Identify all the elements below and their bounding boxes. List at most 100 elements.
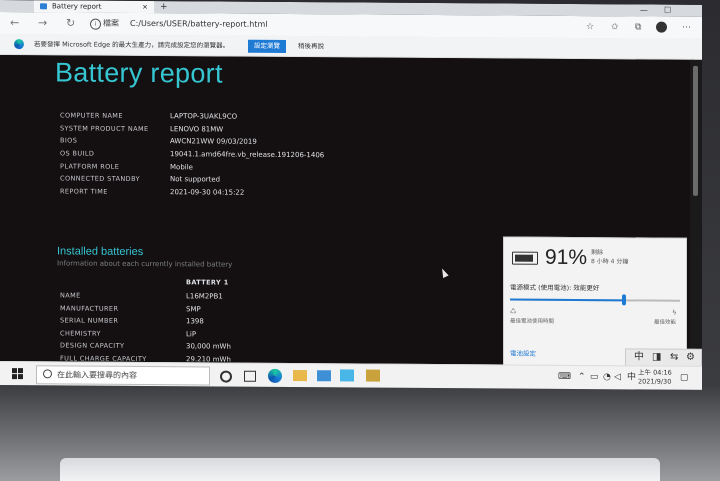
- row-value: AWCN21WW 09/03/2019: [170, 137, 257, 147]
- infobar-message: 若要發揮 Microsoft Edge 的最大生產力，請完成設定您的瀏覽器。: [34, 40, 230, 50]
- keyboard-edge: [60, 458, 660, 481]
- row-value: Mobile: [170, 162, 193, 172]
- system-info-table: COMPUTER NAME LAPTOP-3UAKL9CO SYSTEM PROD…: [60, 109, 480, 201]
- file-explorer-icon[interactable]: [293, 370, 307, 382]
- keyboard-tray-icon[interactable]: ⌨: [558, 372, 571, 383]
- row-key: DESIGN CAPACITY: [60, 341, 125, 351]
- profile-avatar[interactable]: [656, 21, 667, 33]
- battery-settings-link[interactable]: 電池設定: [510, 348, 536, 358]
- taskbar: 在此輸入要搜尋的內容 ⌨ ⌃ ▭ ◔ ◁ 中 上午 04:16 2021/9/3…: [0, 361, 702, 390]
- battery-icon: [512, 251, 538, 265]
- more-menu-icon[interactable]: ⋯: [682, 23, 691, 33]
- store-icon[interactable]: [317, 370, 331, 382]
- installed-batteries-heading: Installed batteries: [57, 245, 144, 258]
- show-hidden-icon[interactable]: ⌃: [578, 372, 586, 383]
- ime-switch-icon[interactable]: ⇆: [670, 351, 678, 364]
- remaining-label: 剩餘: [591, 249, 604, 257]
- page-scrollbar[interactable]: [690, 59, 702, 365]
- later-button[interactable]: 稍後再說: [298, 42, 324, 51]
- volume-tray-icon[interactable]: ◁: [614, 372, 621, 383]
- remaining-time: 8 小時 4 分鐘: [591, 258, 629, 266]
- row-key: SERIAL NUMBER: [60, 316, 119, 326]
- row-key: REPORT TIME: [60, 187, 108, 196]
- task-view-icon[interactable]: [244, 370, 256, 382]
- battery-terminal: [531, 254, 533, 260]
- battery-tray-icon[interactable]: ▭: [590, 372, 599, 383]
- row-value: 30,000 mWh: [186, 342, 231, 351]
- ime-toolbar: 中 ◨ ⇆ ⚙: [625, 348, 702, 367]
- cortana-icon[interactable]: [220, 370, 232, 383]
- page-icon: [40, 3, 47, 10]
- row-value: LiP: [186, 330, 197, 339]
- setup-browser-button[interactable]: 設定瀏覽: [248, 39, 286, 53]
- best-performance-label: 最佳效能: [654, 319, 677, 326]
- power-mode-slider-thumb[interactable]: [621, 294, 626, 306]
- app-icon[interactable]: [340, 369, 354, 382]
- row-key: NAME: [60, 291, 81, 300]
- row-key: CONNECTED STANDBY: [60, 174, 140, 184]
- row-value: SMP: [186, 304, 201, 313]
- forward-icon[interactable]: →: [38, 16, 47, 30]
- maximize-button[interactable]: ☐: [664, 5, 671, 17]
- address-scheme-label: 檔案: [103, 18, 119, 28]
- taskbar-search-input[interactable]: 在此輸入要搜尋的內容: [36, 365, 210, 386]
- favorites-icon[interactable]: ✩: [611, 22, 619, 32]
- mouse-cursor-icon: [439, 267, 449, 278]
- power-mode-slider-fill: [510, 298, 624, 302]
- wifi-tray-icon[interactable]: ◔: [603, 372, 611, 383]
- row-value: Not supported: [170, 175, 221, 184]
- ime-mode-chinese[interactable]: 中: [634, 350, 644, 363]
- favorite-star-icon[interactable]: ☆: [586, 22, 594, 32]
- screen: Battery report × + — ☐ ← → ↻ i 檔案 C:/Use…: [0, 0, 702, 390]
- clock-time: 上午 04:16: [638, 368, 672, 377]
- edge-logo-icon: [14, 39, 24, 50]
- tab-battery-report[interactable]: Battery report ×: [34, 0, 154, 14]
- ime-width-icon[interactable]: ◨: [652, 351, 661, 364]
- table-row: REPORT TIME 2021-09-30 04:15:22: [60, 186, 480, 202]
- info-icon[interactable]: i: [90, 18, 101, 30]
- windows-start-icon[interactable]: [12, 368, 23, 380]
- tab-close-icon[interactable]: ×: [142, 1, 148, 13]
- taskbar-clock[interactable]: 上午 04:16 2021/9/30: [638, 368, 672, 386]
- notification-icon[interactable]: ▢: [680, 373, 689, 384]
- power-mode-label: 電源模式 (使用電池): 效能更好: [510, 283, 600, 293]
- best-battery-label: 最佳電池使用時間: [510, 318, 555, 325]
- row-key: BIOS: [60, 136, 78, 145]
- page-title: Battery report: [55, 57, 223, 89]
- row-key: MANUFACTURER: [60, 304, 119, 313]
- search-placeholder: 在此輸入要搜尋的內容: [57, 370, 137, 380]
- tab-title: Battery report: [52, 2, 102, 11]
- address-url-field[interactable]: C:/Users/USER/battery-report.html: [130, 18, 267, 30]
- collections-icon[interactable]: ⧉: [635, 22, 641, 32]
- search-icon: [43, 369, 52, 379]
- row-key: OS BUILD: [60, 149, 95, 158]
- row-value: L16M2PB1: [186, 292, 223, 301]
- battery-flyout: 91% 剩餘 8 小時 4 分鐘 電源模式 (使用電池): 效能更好 ♺ ϟ 最…: [503, 236, 687, 367]
- back-icon[interactable]: ←: [10, 16, 19, 30]
- power-mode-slider[interactable]: [510, 298, 680, 302]
- clock-date: 2021/9/30: [638, 377, 672, 386]
- row-key: SYSTEM PRODUCT NAME: [60, 124, 149, 133]
- row-value: 19041.1.amd64fre.vb_release.191206-1406: [170, 150, 325, 160]
- battery-column-header: BATTERY 1: [186, 278, 229, 287]
- row-key: CHEMISTRY: [60, 329, 101, 338]
- battery-table: NAME L16M2PB1 MANUFACTURER SMP SERIAL NUMB…: [60, 289, 360, 364]
- installed-batteries-subtitle: Information about each currently install…: [57, 259, 233, 269]
- row-key: COMPUTER NAME: [60, 111, 123, 120]
- row-value: LENOVO 81MW: [170, 124, 224, 134]
- scrollbar-thumb[interactable]: [693, 65, 698, 196]
- edge-taskbar-icon[interactable]: [268, 368, 282, 383]
- minimize-button[interactable]: —: [640, 4, 648, 16]
- row-value: 2021-09-30 04:15:22: [170, 188, 245, 197]
- ime-tray-icon[interactable]: 中: [627, 372, 636, 383]
- new-tab-button[interactable]: +: [160, 1, 168, 13]
- ime-settings-icon[interactable]: ⚙: [686, 351, 695, 364]
- battery-percent: 91%: [545, 245, 588, 270]
- app-icon-2[interactable]: [366, 369, 380, 382]
- battery-saver-icon: ♺: [510, 307, 517, 316]
- row-value: LAPTOP-3UAKL9CO: [170, 112, 238, 121]
- row-key: PLATFORM ROLE: [60, 162, 120, 171]
- performance-bolt-icon: ϟ: [672, 308, 677, 317]
- refresh-icon[interactable]: ↻: [66, 16, 75, 30]
- row-value: 1398: [186, 317, 204, 326]
